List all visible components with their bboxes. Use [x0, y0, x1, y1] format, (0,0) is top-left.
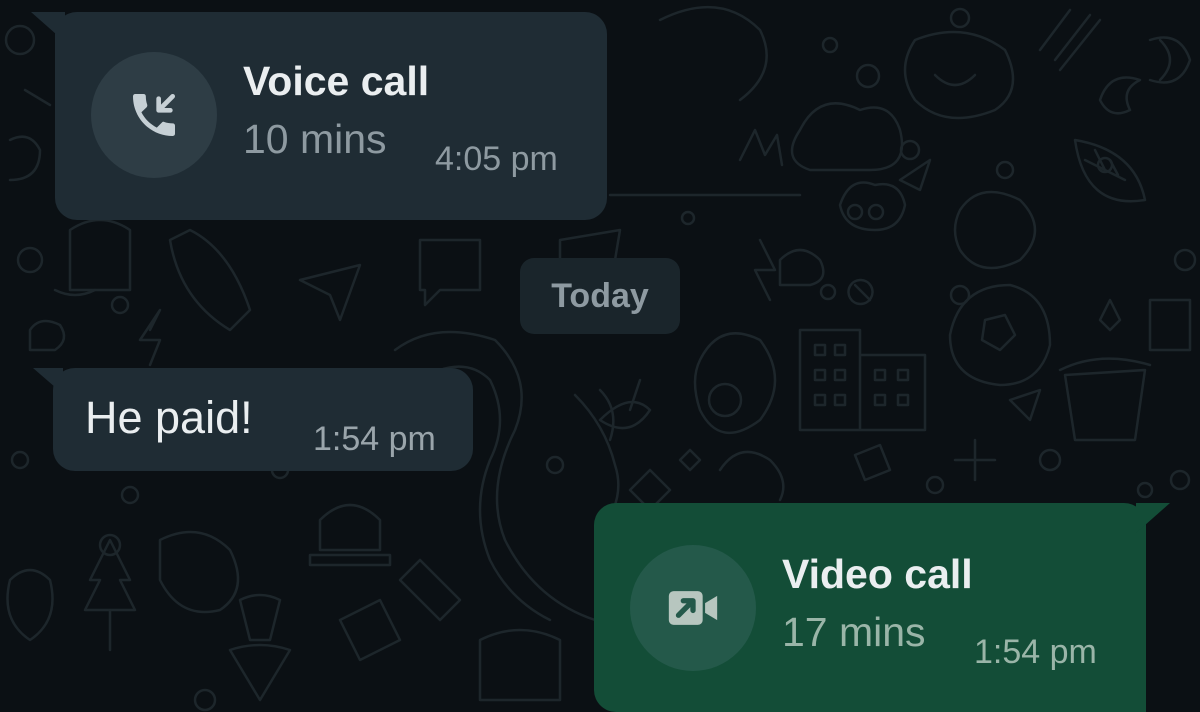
text-message-bubble[interactable]: He paid! 1:54 pm — [33, 368, 473, 471]
incoming-voice-call-icon — [91, 52, 217, 178]
phone-incoming-icon — [133, 94, 176, 136]
video-camera-outgoing-icon — [668, 591, 718, 625]
bubble-tail — [33, 368, 63, 394]
message-time: 1:54 pm — [974, 633, 1097, 671]
message-time: 4:05 pm — [435, 140, 558, 178]
call-title: Voice call — [243, 58, 430, 104]
date-separator-chip: Today — [520, 258, 680, 334]
message-text: He paid! — [85, 392, 253, 443]
voice-call-message-bubble[interactable]: Voice call 10 mins 4:05 pm — [31, 12, 607, 220]
outgoing-video-call-icon — [630, 545, 756, 671]
call-duration: 10 mins — [243, 116, 387, 162]
message-time: 1:54 pm — [313, 420, 436, 458]
call-duration: 17 mins — [782, 609, 926, 655]
call-title: Video call — [782, 551, 973, 597]
bubble-tail — [1136, 503, 1170, 533]
bubble-tail — [31, 12, 65, 42]
video-call-message-bubble[interactable]: Video call 17 mins 1:54 pm — [594, 503, 1170, 712]
